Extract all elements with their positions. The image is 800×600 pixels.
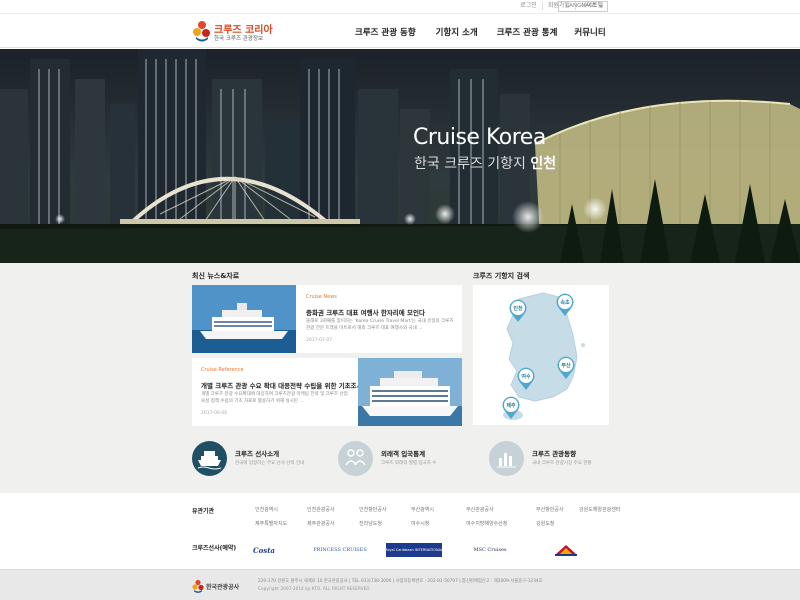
footer-address: 220-170 강원도 원주시 세계로 10 한국관광공사 | TEL 033)… bbox=[258, 579, 543, 584]
news-card[interactable]: Cruise News 중화권 크루즈 대표 여행사 한자리에 모인다 올해로 … bbox=[192, 285, 462, 353]
hero-banner: Cruise Korea 한국 크루즈 기항지 인천 bbox=[0, 49, 800, 263]
news-category: Cruise News bbox=[306, 294, 337, 300]
port-label: 인천 bbox=[513, 305, 523, 312]
partner-logo-msc[interactable]: MSC Cruises bbox=[466, 543, 514, 557]
cruise-ship-image bbox=[192, 285, 296, 353]
ship-icon bbox=[192, 441, 227, 476]
port-pin-busan[interactable]: 부산 bbox=[556, 356, 576, 380]
news-body: 개별 크루즈 관광 수요확대에 대응하여 크루즈관광 마케팅 전략 및 크루즈 … bbox=[201, 392, 348, 404]
bar-chart-icon bbox=[489, 441, 524, 476]
cruise-ship-image bbox=[358, 358, 462, 426]
port-map: 인천 속초 부산 여수 제주 bbox=[473, 285, 609, 425]
logo-subtitle: 한국 크루즈 관광정보 bbox=[214, 36, 264, 42]
port-search-title: 크루즈 기항지 검색 bbox=[473, 272, 530, 280]
quick-link-title: 크루즈 관광동향 bbox=[532, 450, 577, 458]
news-date: 2017-07-07 bbox=[306, 338, 333, 343]
related-label: 유관기관 bbox=[192, 508, 215, 515]
partner-logo-costa[interactable]: Costa bbox=[250, 543, 278, 557]
related-link[interactable]: 부산관광공사 bbox=[466, 506, 536, 513]
quick-link-description: 한국에 입항하는 주요 선사·선박 안내 bbox=[235, 461, 305, 466]
port-pin-incheon[interactable]: 인천 bbox=[508, 299, 528, 323]
partner-logo-princess[interactable]: PRINCESS CRUISES bbox=[312, 543, 368, 557]
kto-logo-icon bbox=[192, 579, 204, 593]
news-section-title: 최신 뉴스&자료 bbox=[192, 272, 240, 280]
site-logo[interactable]: 크루즈 코리아 한국 크루즈 관광정보 bbox=[192, 18, 282, 44]
korea-map-image bbox=[503, 292, 585, 420]
partner-logo-royal-caribbean[interactable]: Royal Caribbean INTERNATIONAL bbox=[386, 543, 442, 557]
partners-label: 크루즈선사(예약) bbox=[192, 545, 237, 552]
port-label: 제주 bbox=[506, 402, 516, 409]
site-footer: 한국관광공사 220-170 강원도 원주시 세계로 10 한국관광공사 | T… bbox=[0, 569, 800, 600]
footer-copyright: Copyright 2007-2014 by KTO. ALL RIGHT RE… bbox=[258, 587, 370, 592]
related-link[interactable]: 여수지방해양수산청 bbox=[466, 520, 536, 527]
hero-subtitle: 한국 크루즈 기항지 인천 bbox=[414, 153, 556, 173]
related-link[interactable]: 부산항만공사 bbox=[536, 506, 579, 513]
news-date: 2017-06-06 bbox=[201, 411, 228, 416]
nav-cruise-trends[interactable]: 크루즈 관광 동향 bbox=[355, 26, 416, 38]
hero-subtitle-highlight: 인천 bbox=[530, 156, 557, 172]
related-link[interactable]: 인천광역시 bbox=[255, 506, 307, 513]
related-link[interactable]: 제주관광공사 bbox=[307, 520, 359, 527]
nav-community[interactable]: 커뮤니티 bbox=[574, 26, 605, 38]
hero-subtitle-text: 한국 크루즈 기항지 bbox=[414, 156, 531, 172]
related-sites: 유관기관 인천광역시 인천관광공사 인천항만공사 부산광역시 부산관광공사 부산… bbox=[0, 493, 800, 569]
related-link[interactable]: 제주특별자치도 bbox=[255, 520, 307, 527]
footer-logo[interactable]: 한국관광공사 bbox=[192, 578, 247, 594]
news-headline: 중화권 크루즈 대표 여행사 한자리에 모인다 bbox=[306, 309, 425, 317]
quick-link-cruise-lines[interactable]: 크루즈 선사소개 한국에 입항하는 주요 선사·선박 안내 bbox=[192, 441, 332, 477]
main-content: 최신 뉴스&자료 Cruise News 중화권 크루즈 대표 여행사 한자리에… bbox=[0, 263, 800, 493]
quick-link-title: 크루즈 선사소개 bbox=[235, 450, 280, 458]
people-icon bbox=[338, 441, 373, 476]
related-link[interactable]: 인천관광공사 bbox=[307, 506, 359, 513]
login-link[interactable]: 로그인 bbox=[515, 2, 542, 10]
related-link[interactable]: 여수시청 bbox=[411, 520, 466, 527]
related-link[interactable]: 인천항만공사 bbox=[359, 506, 411, 513]
related-link[interactable]: 전라남도청 bbox=[359, 520, 411, 527]
language-label: LANGUAGE bbox=[566, 3, 597, 9]
star-cruises-logo-icon bbox=[555, 545, 577, 556]
site-header: 크루즈 코리아 한국 크루즈 관광정보 크루즈 관광 동향 기항지 소개 크루즈… bbox=[0, 14, 800, 48]
partner-logo-star-cruises[interactable] bbox=[552, 543, 580, 557]
related-link[interactable]: 강원도청 bbox=[536, 520, 579, 527]
port-pin-yeosu[interactable]: 여수 bbox=[516, 367, 536, 391]
port-label: 부산 bbox=[561, 362, 571, 369]
language-select[interactable]: LANGUAGE bbox=[558, 1, 608, 12]
quick-link-tourism-trends[interactable]: 크루즈 관광동향 국내 크루즈 관광시장 주요 현황 bbox=[489, 441, 629, 477]
port-label: 여수 bbox=[521, 373, 531, 380]
utility-bar: 로그인 회원가입 사이트맵 LANGUAGE bbox=[0, 0, 800, 14]
hero-title: Cruise Korea bbox=[413, 125, 546, 150]
hero-cityscape-image bbox=[0, 49, 800, 263]
news-card[interactable]: Cruise Reference 개별 크루즈 관광 수요 확대 대응전략 수립… bbox=[192, 358, 462, 426]
news-body: 올해로 3회째를 맞이하는 'Korea Cruise Travel Mart'… bbox=[306, 319, 454, 331]
chevron-down-icon bbox=[599, 5, 603, 8]
nav-cruise-stats[interactable]: 크루즈 관광 통계 bbox=[497, 26, 558, 38]
logo-mark-icon bbox=[193, 21, 210, 42]
port-label: 속초 bbox=[560, 299, 570, 306]
quick-link-description: 크루즈 외래객 월별 입국자 수 bbox=[381, 461, 437, 466]
related-links: 인천광역시 인천관광공사 인천항만공사 부산광역시 부산관광공사 부산항만공사 … bbox=[255, 506, 620, 527]
quick-link-title: 외래객 입국통계 bbox=[381, 450, 426, 458]
port-pin-sokcho[interactable]: 속초 bbox=[555, 293, 575, 317]
quick-link-description: 국내 크루즈 관광시장 주요 현황 bbox=[532, 461, 592, 466]
news-headline: 개별 크루즈 관광 수요 확대 대응전략 수립을 위한 기초조사 bbox=[201, 382, 363, 390]
main-nav: 크루즈 관광 동향 기항지 소개 크루즈 관광 통계 커뮤니티 bbox=[355, 26, 606, 38]
quick-link-arrival-stats[interactable]: 외래객 입국통계 크루즈 외래객 월별 입국자 수 bbox=[338, 441, 478, 477]
port-pin-jeju[interactable]: 제주 bbox=[501, 396, 521, 420]
news-category: Cruise Reference bbox=[201, 367, 244, 373]
related-link[interactable]: 부산광역시 bbox=[411, 506, 466, 513]
footer-org-name: 한국관광공사 bbox=[206, 584, 240, 591]
related-link[interactable]: 강원도해양관광센터 bbox=[579, 506, 629, 513]
nav-port-intro[interactable]: 기항지 소개 bbox=[436, 26, 478, 38]
